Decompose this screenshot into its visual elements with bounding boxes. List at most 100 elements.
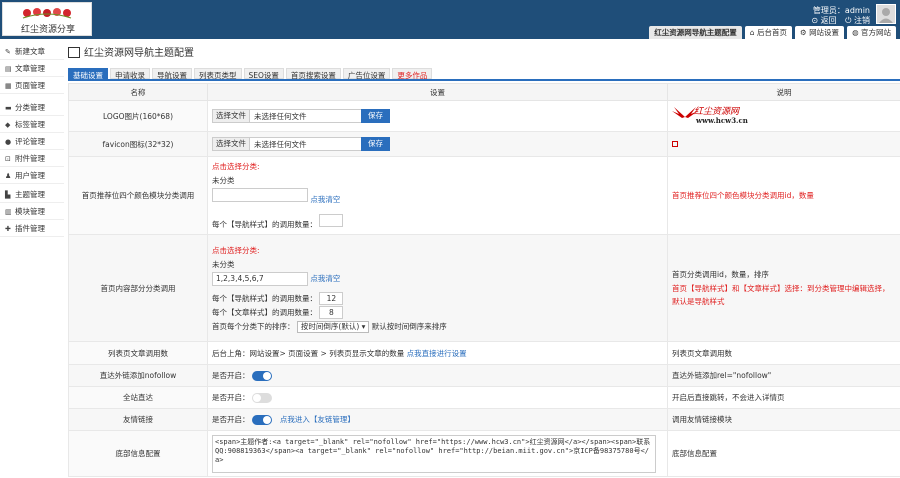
- article-count-label: 每个【文章样式】的调用数量：: [212, 307, 317, 317]
- sidebar-item-attachments[interactable]: ⊡ 附件管理: [0, 150, 64, 167]
- sidebar-item-categories[interactable]: ▬ 分类管理: [0, 99, 64, 116]
- list-text: 后台上角：网站设置> 页面设置 > 列表页显示文章的数量: [212, 348, 405, 358]
- inner-ids-input[interactable]: 1,2,3,4,5,6,7: [212, 271, 308, 286]
- friend-manage-link[interactable]: 点我进入【友链管理】: [280, 415, 355, 424]
- row-name-nofollow: 直达外链添加nofollow: [68, 364, 208, 387]
- sidebar-item-plugins[interactable]: ✚ 插件管理: [0, 220, 64, 237]
- globe-icon: ◍: [852, 28, 861, 37]
- category-uncategorized[interactable]: 未分类: [212, 258, 663, 271]
- row-name-friend: 友情链接: [68, 408, 208, 431]
- sidebar-item-comments[interactable]: ● 评论管理: [0, 133, 64, 150]
- sidebar-item-label: 插件管理: [15, 224, 45, 233]
- row-setting-friend: 是否开启： 点我进入【友链管理】: [207, 408, 668, 431]
- sidebar-item-tags[interactable]: ◆ 标签管理: [0, 116, 64, 133]
- footer-code-textarea[interactable]: <span>主题作者:<a target="_blank" rel="nofol…: [212, 434, 656, 473]
- sidebar-item-label: 主题管理: [15, 190, 45, 199]
- row-desc-favicon: [667, 131, 900, 157]
- direct-toggle[interactable]: [251, 393, 272, 403]
- module-icon: ▥: [5, 208, 12, 216]
- file-name: 未选择任何文件: [254, 139, 307, 149]
- tab-nav[interactable]: 导航设置: [152, 68, 192, 80]
- page-icon: ▦: [5, 82, 12, 90]
- logo-text: 红尘资源分享: [20, 25, 75, 35]
- tab-search[interactable]: 首页搜索设置: [285, 68, 341, 80]
- sidebar-item-label: 页面管理: [15, 81, 45, 90]
- list-setting-link[interactable]: 点我直接进行设置: [407, 349, 467, 358]
- category-uncategorized[interactable]: 未分类: [212, 174, 663, 187]
- sidebar-item-new-article[interactable]: ✎ 新建文章: [0, 43, 64, 60]
- tag-icon: ◆: [5, 121, 11, 129]
- sidebar-item-modules[interactable]: ▥ 模块管理: [0, 203, 64, 220]
- sidebar-item-label: 评论管理: [15, 137, 45, 146]
- tab-official-site[interactable]: ◍ 官方网站: [847, 26, 896, 39]
- pick-category-link[interactable]: 点击选择分类:: [212, 244, 663, 257]
- flower-logo-icon: [22, 8, 72, 19]
- home-icon: ⌂: [749, 28, 757, 37]
- gear-icon: ⚙: [799, 28, 810, 37]
- back-link[interactable]: ⊙ 返回: [811, 16, 836, 25]
- clear-link[interactable]: 点我清空: [310, 195, 340, 204]
- logo-preview-url: www.hcw3.cn: [696, 116, 748, 125]
- sidebar-item-label: 用户管理: [15, 171, 45, 180]
- friend-toggle[interactable]: [251, 415, 272, 425]
- row-desc-direct: 开启后直接跳转，不会进入详情页: [667, 386, 900, 409]
- top-bar: 红尘资源分享 管理员：admin ⊙ 返回 ⏻ 注销 红尘资源网导航主题配置 ⌂…: [0, 0, 900, 39]
- logo-save-button[interactable]: 保存: [361, 109, 390, 123]
- four-modules-count-input[interactable]: [319, 214, 344, 227]
- col-header-name: 名称: [68, 83, 208, 101]
- sidebar-item-themes[interactable]: ▙ 主题管理: [0, 186, 64, 203]
- sidebar-item-articles[interactable]: ▤ 文章管理: [0, 60, 64, 77]
- choose-file-button[interactable]: 选择文件: [213, 110, 250, 122]
- attachment-icon: ⊡: [5, 155, 11, 163]
- logout-link[interactable]: ⏻ 注销: [845, 16, 870, 25]
- order-hint: 默认按时间倒序来排序: [371, 321, 447, 331]
- choose-file-button[interactable]: 选择文件: [213, 138, 250, 150]
- main-content: 红尘资源网导航主题配置 基础设置 申请收录 导航设置 列表页类型 SEO设置 首…: [68, 45, 900, 478]
- tab-apply[interactable]: 申请收录: [110, 68, 150, 80]
- tab-basic[interactable]: 基础设置: [68, 68, 108, 80]
- tab-ads[interactable]: 广告位设置: [342, 68, 391, 80]
- inner-desc-2: 首页【导航样式】和【文章样式】选择：到分类管理中编辑选择，默认是导航样式: [672, 284, 890, 306]
- nofollow-toggle[interactable]: [251, 371, 272, 381]
- user-info: 管理员：admin ⊙ 返回 ⏻ 注销: [805, 6, 870, 26]
- plugin-icon: ✚: [5, 225, 11, 233]
- logo-file-input[interactable]: 选择文件 未选择任何文件: [212, 109, 362, 123]
- tab-seo[interactable]: SEO设置: [243, 68, 284, 80]
- avatar[interactable]: [876, 4, 896, 24]
- row-name-inner: 首页内容部分分类调用: [68, 234, 208, 342]
- row-name-footer: 底部信息配置: [68, 430, 208, 477]
- file-name: 未选择任何文件: [254, 111, 307, 121]
- tab-list-type[interactable]: 列表页类型: [194, 68, 242, 80]
- row-desc-friend: 调用友情链接模块: [667, 408, 900, 431]
- row-name-list: 列表页文章调用数: [68, 341, 208, 365]
- tab-site-settings[interactable]: ⚙ 网站设置: [794, 26, 845, 39]
- favicon-save-button[interactable]: 保存: [361, 137, 390, 151]
- theme-icon: ▙: [5, 191, 11, 199]
- user-avatar-icon: [879, 8, 893, 23]
- sidebar-item-label: 模块管理: [15, 207, 45, 216]
- row-setting-footer: <span>主题作者:<a target="_blank" rel="nofol…: [207, 430, 668, 477]
- order-select[interactable]: 按时间倒序(默认) ▾: [296, 320, 370, 333]
- site-logo[interactable]: 红尘资源分享: [2, 2, 92, 36]
- sidebar-item-users[interactable]: ♟ 用户管理: [0, 167, 64, 184]
- row-setting-logo: 选择文件 未选择任何文件 保存: [207, 100, 668, 132]
- edit-icon: ✎: [5, 48, 11, 56]
- tab-more-works[interactable]: 更多作品: [392, 68, 433, 80]
- article-icon: ▤: [5, 65, 12, 73]
- row-desc-list: 列表页文章调用数: [667, 341, 900, 365]
- article-count-input[interactable]: 8: [319, 305, 344, 319]
- pick-category-link[interactable]: 点击选择分类:: [212, 160, 663, 173]
- user-label: 管理员：admin: [812, 6, 870, 15]
- page-title: 红尘资源网导航主题配置: [68, 45, 900, 63]
- four-modules-ids-input[interactable]: [212, 188, 308, 202]
- tab-official-site-label: 官方网站: [861, 28, 891, 37]
- sidebar-item-pages[interactable]: ▦ 页面管理: [0, 77, 64, 94]
- nav-count-input[interactable]: 12: [319, 291, 344, 305]
- row-setting-list: 后台上角：网站设置> 页面设置 > 列表页显示文章的数量 点我直接进行设置: [207, 341, 668, 365]
- tab-theme-config[interactable]: 红尘资源网导航主题配置: [649, 26, 742, 39]
- tab-admin-home[interactable]: ⌂ 后台首页: [744, 26, 792, 39]
- row-desc-nofollow: 直达外链添加rel="nofollow": [667, 364, 900, 387]
- clear-link[interactable]: 点我清空: [310, 274, 340, 283]
- favicon-file-input[interactable]: 选择文件 未选择任何文件: [212, 137, 362, 151]
- settings-tabs: 基础设置 申请收录 导航设置 列表页类型 SEO设置 首页搜索设置 广告位设置 …: [68, 68, 900, 81]
